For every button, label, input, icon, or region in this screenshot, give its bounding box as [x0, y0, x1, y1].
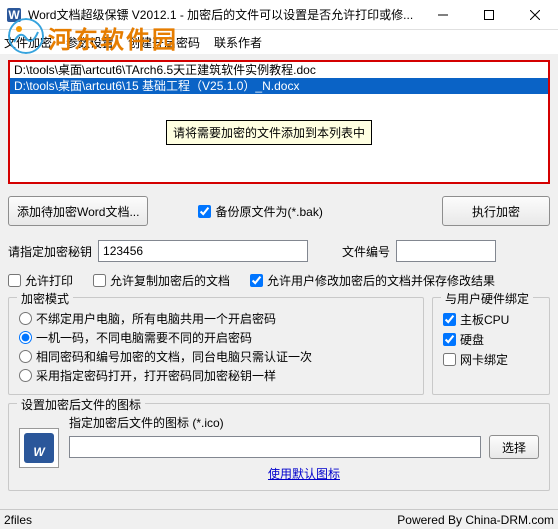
file-row[interactable]: D:\tools\桌面\artcut6\TArch6.5天正建筑软件实例教程.d… [10, 62, 548, 78]
client-area: D:\tools\桌面\artcut6\TArch6.5天正建筑软件实例教程.d… [0, 54, 558, 509]
fileno-input[interactable] [396, 240, 496, 262]
hardware-bind-group: 与用户硬件绑定 主板CPU 硬盘 网卡绑定 [432, 297, 550, 395]
menu-file-encrypt[interactable]: 文件加密 [4, 34, 52, 51]
bind-nic[interactable]: 网卡绑定 [443, 351, 539, 368]
backup-checkbox-input[interactable] [198, 205, 211, 218]
titlebar: W Word文档超级保镖 V2012.1 - 加密后的文件可以设置是否允许打印或… [0, 0, 558, 30]
maximize-icon [484, 10, 494, 20]
menu-contact[interactable]: 联系作者 [214, 34, 262, 51]
mode-legend: 加密模式 [17, 290, 73, 307]
mode-option-4[interactable]: 采用指定密码打开，打开密码同加密秘钥一样 [19, 367, 413, 384]
mode-option-2[interactable]: 一机一码，不同电脑需要不同的开启密码 [19, 329, 413, 346]
svg-text:W: W [8, 8, 20, 22]
word-icon: W [19, 428, 59, 468]
allow-copy-input[interactable] [93, 274, 106, 287]
select-icon-button[interactable]: 选择 [489, 435, 539, 459]
secret-label: 请指定加密秘钥 [8, 243, 92, 260]
run-encrypt-button[interactable]: 执行加密 [442, 196, 550, 226]
allow-modify-checkbox[interactable]: 允许用户修改加密后的文档并保存修改结果 [250, 272, 495, 289]
status-right: Powered By China-DRM.com [397, 513, 554, 527]
encrypt-mode-group: 加密模式 不绑定用户电脑，所有电脑共用一个开启密码 一机一码，不同电脑需要不同的… [8, 297, 424, 395]
minimize-icon [438, 10, 448, 20]
icon-legend: 设置加密后文件的图标 [17, 396, 145, 413]
icon-path-input[interactable] [69, 436, 481, 458]
fileno-label: 文件编号 [342, 243, 390, 260]
default-icon-link[interactable]: 使用默认图标 [69, 465, 539, 482]
allow-modify-input[interactable] [250, 274, 263, 287]
mode-option-3[interactable]: 相同密码和编号加密的文档，同台电脑只需认证一次 [19, 348, 413, 365]
menubar: 文件加密 参数设置 创建开启密码 联系作者 [0, 30, 558, 54]
backup-label: 备份原文件为(*.bak) [215, 203, 322, 220]
mode-option-1[interactable]: 不绑定用户电脑，所有电脑共用一个开启密码 [19, 310, 413, 327]
maximize-button[interactable] [466, 0, 512, 30]
app-icon: W [6, 7, 22, 23]
minimize-button[interactable] [420, 0, 466, 30]
add-file-button[interactable]: 添加待加密Word文档... [8, 196, 148, 226]
bind-cpu[interactable]: 主板CPU [443, 311, 539, 328]
icon-label: 指定加密后文件的图标 (*.ico) [69, 414, 224, 431]
file-list[interactable]: D:\tools\桌面\artcut6\TArch6.5天正建筑软件实例教程.d… [8, 60, 550, 184]
svg-text:W: W [33, 445, 46, 459]
allow-print-input[interactable] [8, 274, 21, 287]
bind-legend: 与用户硬件绑定 [441, 290, 533, 307]
secret-input[interactable] [98, 240, 308, 262]
icon-group: 设置加密后文件的图标 W 指定加密后文件的图标 (*.ico) 选择 使用默认图… [8, 403, 550, 491]
backup-checkbox[interactable]: 备份原文件为(*.bak) [198, 203, 322, 220]
file-row-selected[interactable]: D:\tools\桌面\artcut6\15 基础工程（V25.1.0）_N.d… [10, 78, 548, 94]
statusbar: 2files Powered By China-DRM.com [0, 509, 558, 529]
close-button[interactable] [512, 0, 558, 30]
status-left: 2files [4, 513, 32, 527]
allow-print-checkbox[interactable]: 允许打印 [8, 272, 73, 289]
list-tooltip: 请将需要加密的文件添加到本列表中 [166, 120, 372, 145]
bind-hdd[interactable]: 硬盘 [443, 331, 539, 348]
allow-copy-checkbox[interactable]: 允许复制加密后的文档 [93, 272, 230, 289]
close-icon [530, 10, 540, 20]
menu-create-password[interactable]: 创建开启密码 [128, 34, 200, 51]
menu-settings[interactable]: 参数设置 [66, 34, 114, 51]
